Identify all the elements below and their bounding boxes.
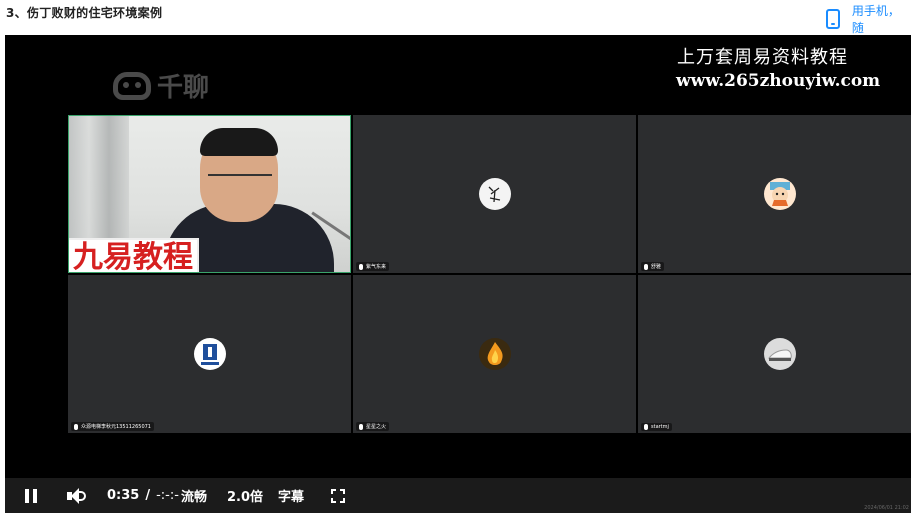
- pause-button[interactable]: [25, 478, 37, 513]
- mic-icon: [644, 263, 648, 270]
- participant-name-tag: 舒雅: [641, 262, 665, 271]
- qianliao-brand-text: 千聊: [157, 73, 210, 103]
- mic-icon: [359, 263, 363, 270]
- speaker-camera-tile: 九易教程: [68, 115, 351, 273]
- fullscreen-button[interactable]: [331, 478, 345, 513]
- subtitles-button[interactable]: 字幕: [278, 478, 304, 513]
- video-player[interactable]: 千聊 上万套周易资料教程 www.265zhouyiw.com 九易教程 紫气东…: [5, 35, 911, 513]
- ad-text-line1: 上万套周易资料教程: [677, 47, 848, 68]
- time-display: 0:35 / -:-:-: [107, 478, 179, 513]
- duration: -:-:-: [156, 488, 179, 503]
- company-logo-avatar: [194, 338, 226, 370]
- speed-button[interactable]: 2.0倍: [227, 478, 263, 513]
- participant-name-tag: 众源电梯李秋元13511265071: [71, 422, 154, 431]
- participant-name: 众源电梯李秋元13511265071: [81, 424, 151, 430]
- speaker-glasses: [208, 174, 272, 184]
- participant-name-tag: 星星之火: [356, 422, 390, 431]
- current-time: 0:35: [107, 488, 140, 503]
- pause-icon: [25, 488, 37, 503]
- participant-tile: 星星之火: [353, 275, 636, 433]
- fire-avatar: [479, 338, 511, 370]
- time-separator: /: [145, 488, 151, 503]
- lesson-header: 3、伤丁败财的住宅环境案例 用手机，随: [0, 0, 911, 36]
- cartoon-avatar: [764, 178, 796, 210]
- ad-text-line2: www.265zhouyiw.com: [676, 71, 881, 91]
- calligraphy-avatar: [479, 178, 511, 210]
- jiuyi-overlay-logo: 九易教程: [69, 238, 199, 272]
- fullscreen-icon: [331, 488, 345, 503]
- participant-tile: 舒雅: [638, 115, 911, 273]
- participant-tile: 紫气东来: [353, 115, 636, 273]
- participant-name-tag: 紫气东来: [356, 262, 390, 271]
- page: 3、伤丁败财的住宅环境案例 用手机，随 千聊 上万套周易资料教程 www.265…: [0, 0, 911, 513]
- volume-button[interactable]: [67, 478, 87, 513]
- speaker-hair: [200, 128, 278, 156]
- shoe-avatar: [764, 338, 796, 370]
- participant-name: 舒雅: [651, 264, 662, 270]
- participant-tile: startmj: [638, 275, 911, 433]
- participant-name: startmj: [651, 424, 669, 430]
- watch-on-phone-label: 用手机，随: [851, 4, 900, 35]
- participant-name-tag: startmj: [641, 423, 672, 431]
- participant-name: 星星之火: [366, 424, 387, 430]
- mic-icon: [74, 423, 78, 430]
- mic-icon: [644, 424, 648, 430]
- quality-button[interactable]: 流畅: [181, 478, 207, 513]
- mic-icon: [359, 423, 363, 430]
- lesson-title: 3、伤丁败财的住宅环境案例: [6, 6, 163, 20]
- watch-on-phone-link[interactable]: 用手机，随: [826, 2, 911, 36]
- participant-tile: 众源电梯李秋元13511265071: [68, 275, 351, 433]
- qianliao-logo-icon: [113, 71, 151, 100]
- timestamp-mark: 2024/06/01 21:02: [864, 505, 909, 511]
- player-control-bar: 0:35 / -:-:- 流畅 2.0倍 字幕 2024/06/01 21:02: [5, 478, 911, 513]
- participant-name: 紫气东来: [366, 264, 387, 270]
- qianliao-watermark: 千聊: [113, 67, 209, 104]
- phone-icon: [826, 9, 840, 29]
- volume-icon: [67, 487, 87, 504]
